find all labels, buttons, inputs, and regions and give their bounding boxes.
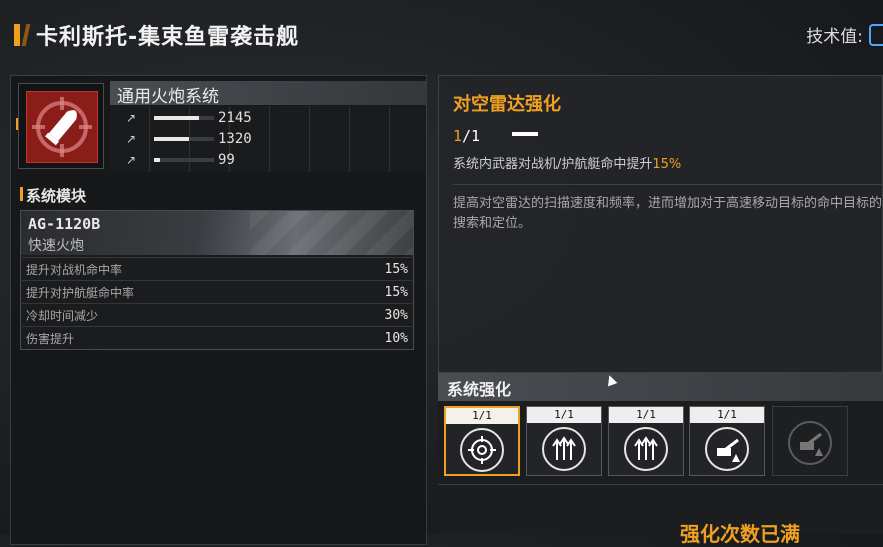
page-title: 卡利斯托-集束鱼雷袭击舰 <box>36 25 300 50</box>
turret-upgrade-icon <box>705 427 749 471</box>
triple-arrow-up-icon <box>624 427 668 471</box>
module-stat-label: 伤害提升 <box>26 331 75 346</box>
upgrade-effect-value: 15% <box>652 157 682 172</box>
stat-bar <box>154 158 214 162</box>
upgrade-slot-radar[interactable]: 1/1 <box>444 406 520 476</box>
system-name: 通用火炮系统 <box>117 87 219 107</box>
title-accent-mark <box>14 24 20 46</box>
slot-level: 1/1 <box>527 407 601 423</box>
title-accent-mark-2 <box>21 24 31 46</box>
range-icon: ↗ <box>125 132 137 146</box>
radar-target-icon <box>460 428 504 472</box>
rate-icon: ↗ <box>125 153 137 167</box>
upgrade-effect-text: 系统内武器对战机/护航艇命中提升 <box>453 157 653 172</box>
damage-icon: ↗ <box>125 111 137 125</box>
weapon-stats: ↗ 2145 ↗ 1320 ↗ 99 <box>110 106 426 172</box>
weapon-icon-background <box>26 91 98 163</box>
stat-bar-fill <box>154 137 189 141</box>
tech-value-label: 技术值: <box>806 27 863 47</box>
module-stat-value: 15% <box>384 261 408 277</box>
upgrade-description: 提高对空雷达的扫描速度和频率，进而增加对于高速移动目标的命中目标的搜索和定位。 <box>453 196 883 231</box>
stat-bar-fill <box>154 158 160 162</box>
upgrade-slot-turret[interactable]: 1/1 <box>689 406 765 476</box>
stat-row-damage: ↗ 2145 <box>124 109 252 127</box>
module-stat-label: 冷却时间减少 <box>26 308 99 323</box>
upgrade-section-title: 系统强化 <box>447 380 512 399</box>
stat-value: 2145 <box>218 110 252 126</box>
cannon-shell-icon <box>32 97 92 157</box>
upgrade-slot-accuracy[interactable]: 1/1 <box>526 406 602 476</box>
stat-row-range: ↗ 1320 <box>124 130 252 148</box>
module-stat-value: 30% <box>384 307 408 323</box>
upgrade-slot-cooldown[interactable]: 1/1 <box>608 406 684 476</box>
stat-bar-fill <box>154 116 199 120</box>
module-section-title: 系统模块 <box>26 187 87 205</box>
stat-bar <box>154 137 214 141</box>
stat-row-rate: ↗ 99 <box>124 151 235 169</box>
module-stat-row: 提升对战机命中率 15% <box>22 257 412 280</box>
stat-value: 99 <box>218 152 235 168</box>
module-stat-label: 提升对战机命中率 <box>26 262 123 277</box>
module-stat-row: 提升对护航艇命中率 15% <box>22 280 412 303</box>
module-stat-row: 冷却时间减少 30% <box>22 303 412 326</box>
module-banner-art <box>250 211 413 255</box>
section-accent-mark <box>20 187 23 201</box>
upgrade-effect: 系统内武器对战机/护航艇命中提升15% <box>453 153 681 172</box>
module-stat-row: 伤害提升 10% <box>22 326 412 349</box>
module-name: 快速火炮 <box>28 238 84 254</box>
divider <box>438 484 883 485</box>
stat-value: 1320 <box>218 131 252 147</box>
upgrade-level-bar <box>512 132 538 136</box>
upgrade-level-max: /1 <box>462 127 481 145</box>
upgrade-title: 对空雷达强化 <box>453 94 561 115</box>
weapon-card[interactable] <box>18 83 104 169</box>
divider <box>453 184 883 185</box>
slot-level: 1/1 <box>690 407 764 423</box>
upgrade-level-current: 1 <box>453 127 463 145</box>
page-header: 卡利斯托-集束鱼雷袭击舰 <box>14 20 299 50</box>
module-code: AG-1120B <box>28 215 101 233</box>
module-stat-label: 提升对护航艇命中率 <box>26 285 135 300</box>
upgrade-status: 强化次数已满 <box>680 522 800 546</box>
slot-level: 1/1 <box>609 407 683 423</box>
upgrade-slot-locked[interactable] <box>772 406 848 476</box>
upgrade-level: 1/1 <box>453 127 480 145</box>
module-stat-value: 15% <box>384 284 408 300</box>
tech-value-icon <box>869 24 883 46</box>
stat-bar <box>154 116 214 120</box>
turret-upgrade-locked-icon <box>788 421 832 465</box>
triple-arrow-up-icon <box>542 427 586 471</box>
module-stat-value: 10% <box>384 330 408 346</box>
slot-level: 1/1 <box>446 408 518 424</box>
